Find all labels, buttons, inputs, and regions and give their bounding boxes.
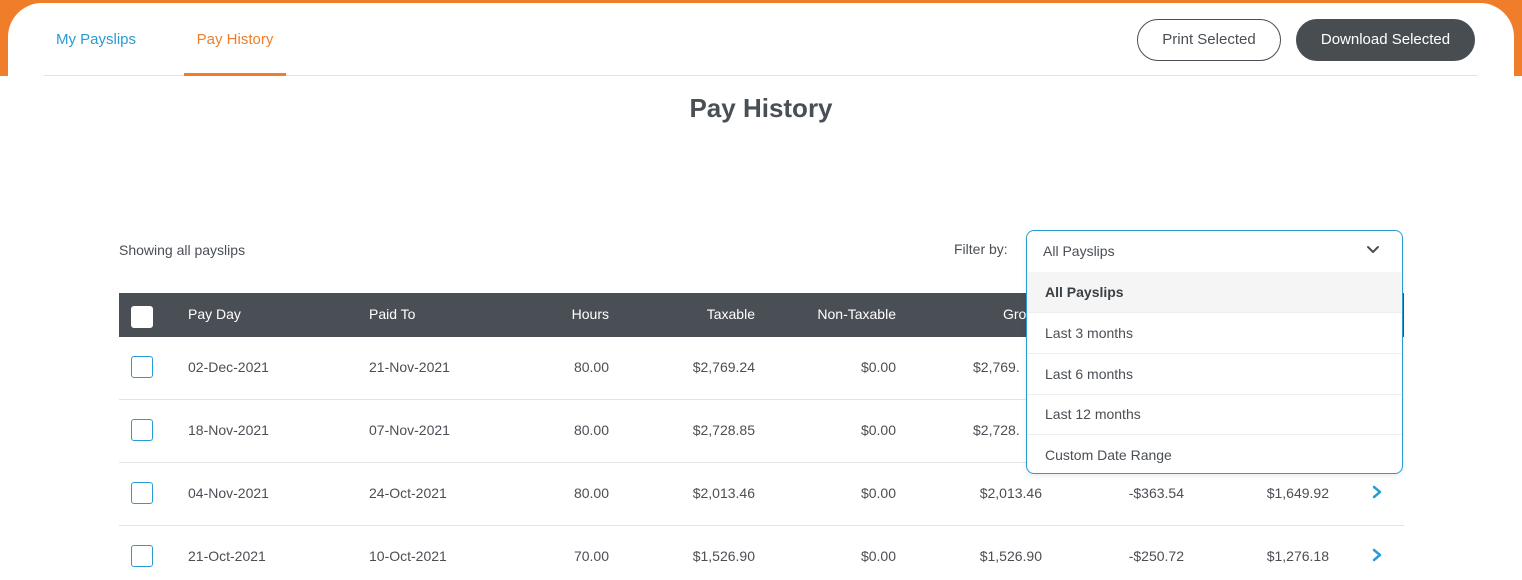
cell-non-taxable: $0.00 — [860, 485, 896, 501]
cell-pay-day: 04-Nov-2021 — [188, 485, 269, 501]
column-header-pay-day[interactable]: Pay Day — [188, 306, 241, 322]
cell-pay-day: 02-Dec-2021 — [188, 359, 269, 375]
row-checkbox[interactable] — [131, 545, 153, 567]
cell-taxable: $2,013.46 — [692, 485, 755, 501]
cell-hours: 80.00 — [573, 422, 609, 438]
row-checkbox[interactable] — [131, 419, 153, 441]
cell-gross: $2,728. — [973, 422, 1020, 438]
chevron-down-icon[interactable] — [1365, 244, 1381, 256]
row-checkbox[interactable] — [131, 482, 153, 504]
cell-hours: 80.00 — [573, 359, 609, 375]
cell-gross: $2,769. — [973, 359, 1020, 375]
filter-selected-value: All Payslips — [1043, 243, 1115, 259]
cell-gross: $2,013.46 — [979, 485, 1042, 501]
cell-deductions: -$363.54 — [1128, 485, 1184, 501]
cell-pay-day: 21-Oct-2021 — [188, 548, 266, 564]
column-header-gross[interactable]: Gro — [1003, 306, 1026, 322]
cell-non-taxable: $0.00 — [860, 422, 896, 438]
cell-paid-to: 10-Oct-2021 — [369, 548, 447, 564]
row-checkbox[interactable] — [131, 356, 153, 378]
cell-paid-to: 24-Oct-2021 — [369, 485, 447, 501]
showing-status-text: Showing all payslips — [119, 242, 246, 258]
cell-taxable: $2,769.24 — [692, 359, 755, 375]
cell-non-taxable: $0.00 — [860, 359, 896, 375]
column-header-hours[interactable]: Hours — [572, 306, 609, 322]
cell-non-taxable: $0.00 — [860, 548, 896, 564]
cell-pay-day: 18-Nov-2021 — [188, 422, 269, 438]
filter-label: Filter by: — [954, 241, 1008, 257]
table-row[interactable]: 21-Oct-2021 10-Oct-2021 70.00 $1,526.90 … — [119, 526, 1404, 580]
cell-taxable: $2,728.85 — [692, 422, 755, 438]
cell-paid-to: 21-Nov-2021 — [369, 359, 450, 375]
cell-net-pay: $1,649.92 — [1266, 485, 1329, 501]
filter-option-last-3-months[interactable]: Last 3 months — [1027, 313, 1402, 354]
filter-option-custom-date-range[interactable]: Custom Date Range — [1027, 435, 1402, 473]
tab-pay-history[interactable]: Pay History — [184, 19, 286, 76]
cell-gross: $1,526.90 — [979, 548, 1042, 564]
filter-dropdown[interactable]: All Payslips All Payslips Last 3 months … — [1026, 230, 1403, 474]
column-header-taxable[interactable]: Taxable — [707, 306, 755, 322]
cell-hours: 80.00 — [573, 485, 609, 501]
filter-option-last-6-months[interactable]: Last 6 months — [1027, 354, 1402, 395]
cell-hours: 70.00 — [573, 548, 609, 564]
cell-taxable: $1,526.90 — [692, 548, 755, 564]
page-title: Pay History — [689, 93, 833, 123]
cell-deductions: -$250.72 — [1128, 548, 1184, 564]
filter-option-last-12-months[interactable]: Last 12 months — [1027, 394, 1402, 435]
cell-net-pay: $1,276.18 — [1266, 548, 1329, 564]
download-selected-button[interactable]: Download Selected — [1296, 19, 1475, 61]
cell-paid-to: 07-Nov-2021 — [369, 422, 450, 438]
chevron-right-icon[interactable] — [1370, 546, 1384, 564]
column-header-paid-to[interactable]: Paid To — [369, 306, 415, 322]
tab-my-payslips[interactable]: My Payslips — [44, 19, 148, 76]
filter-option-all-payslips[interactable]: All Payslips — [1027, 272, 1402, 313]
chevron-right-icon[interactable] — [1370, 483, 1384, 501]
filter-select-trigger[interactable]: All Payslips — [1027, 231, 1402, 271]
print-selected-button[interactable]: Print Selected — [1137, 19, 1281, 61]
column-header-non-taxable[interactable]: Non-Taxable — [817, 306, 896, 322]
select-all-checkbox[interactable] — [131, 306, 153, 328]
